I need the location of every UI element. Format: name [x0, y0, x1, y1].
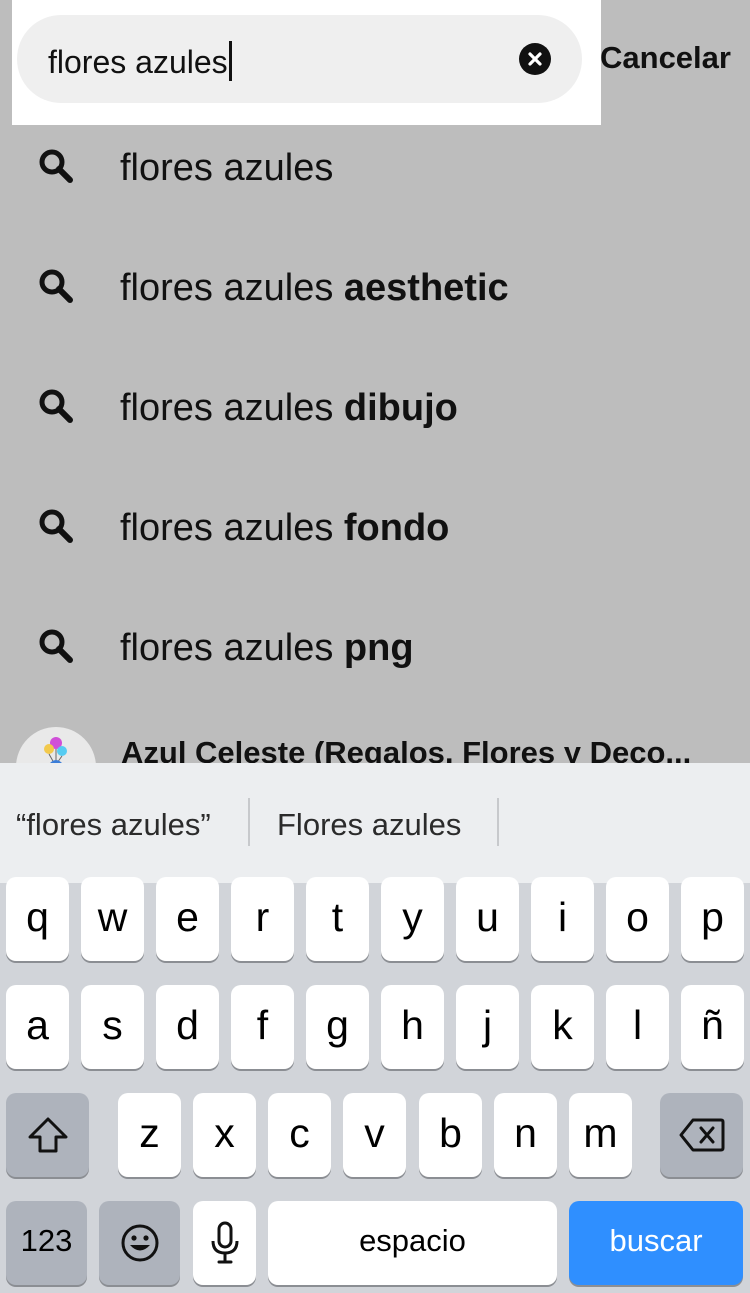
- prediction-divider: [497, 798, 499, 846]
- key-u[interactable]: u: [456, 877, 519, 961]
- numbers-key[interactable]: 123: [6, 1201, 87, 1285]
- prediction-capitalized[interactable]: Flores azules: [277, 807, 461, 843]
- suggestion-item[interactable]: flores azules fondo: [0, 507, 750, 630]
- microphone-icon: [211, 1221, 238, 1264]
- key-x[interactable]: x: [193, 1093, 256, 1177]
- search-icon: [39, 149, 73, 183]
- suggestion-text: flores azules aesthetic: [120, 267, 509, 309]
- search-return-key[interactable]: buscar: [569, 1201, 743, 1285]
- key-v[interactable]: v: [343, 1093, 406, 1177]
- key-d[interactable]: d: [156, 985, 219, 1069]
- key-g[interactable]: g: [306, 985, 369, 1069]
- space-key[interactable]: espacio: [268, 1201, 557, 1285]
- prediction-divider: [248, 798, 250, 846]
- dictation-key[interactable]: [193, 1201, 256, 1285]
- shift-key[interactable]: [6, 1093, 89, 1177]
- search-icon: [39, 629, 73, 663]
- key-r[interactable]: r: [231, 877, 294, 961]
- account-name: Azul Celeste (Regalos, Flores y Deco...: [121, 735, 692, 763]
- key-enye[interactable]: ñ: [681, 985, 744, 1069]
- key-m[interactable]: m: [569, 1093, 632, 1177]
- suggestion-item[interactable]: flores azules: [0, 147, 750, 270]
- key-f[interactable]: f: [231, 985, 294, 1069]
- backspace-icon: [679, 1118, 724, 1152]
- key-i[interactable]: i: [531, 877, 594, 961]
- key-o[interactable]: o: [606, 877, 669, 961]
- key-b[interactable]: b: [419, 1093, 482, 1177]
- key-q[interactable]: q: [6, 877, 69, 961]
- key-z[interactable]: z: [118, 1093, 181, 1177]
- clear-search-button[interactable]: [519, 43, 551, 75]
- key-p[interactable]: p: [681, 877, 744, 961]
- key-h[interactable]: h: [381, 985, 444, 1069]
- key-t[interactable]: t: [306, 877, 369, 961]
- key-a[interactable]: a: [6, 985, 69, 1069]
- search-icon: [39, 389, 73, 423]
- search-icon: [39, 509, 73, 543]
- key-j[interactable]: j: [456, 985, 519, 1069]
- text-caret: [228, 41, 232, 81]
- key-l[interactable]: l: [606, 985, 669, 1069]
- cancel-button[interactable]: Cancelar: [600, 40, 731, 76]
- emoji-icon: [121, 1224, 158, 1262]
- search-icon: [39, 269, 73, 303]
- suggestion-item[interactable]: flores azules aesthetic: [0, 267, 750, 390]
- search-input[interactable]: flores azules: [48, 41, 232, 81]
- prediction-quoted[interactable]: “flores azules”: [16, 807, 211, 843]
- key-e[interactable]: e: [156, 877, 219, 961]
- suggestion-text: flores azules fondo: [120, 507, 450, 549]
- keyboard: “flores azules” Flores azules q w e r t …: [0, 763, 750, 1293]
- suggestion-text: flores azules dibujo: [120, 387, 458, 429]
- avatar: [16, 727, 96, 763]
- suggestion-text: flores azules: [120, 147, 334, 189]
- suggestion-item[interactable]: flores azules dibujo: [0, 387, 750, 510]
- shift-arrow-icon: [28, 1117, 67, 1153]
- key-k[interactable]: k: [531, 985, 594, 1069]
- key-n[interactable]: n: [494, 1093, 557, 1177]
- key-c[interactable]: c: [268, 1093, 331, 1177]
- account-suggestion[interactable]: Azul Celeste (Regalos, Flores y Deco...: [0, 720, 750, 763]
- search-query: flores azules: [48, 44, 228, 80]
- suggestion-text: flores azules png: [120, 627, 414, 669]
- key-s[interactable]: s: [81, 985, 144, 1069]
- key-w[interactable]: w: [81, 877, 144, 961]
- clear-x-icon: [528, 52, 542, 66]
- emoji-key[interactable]: [99, 1201, 180, 1285]
- predictive-bar: “flores azules” Flores azules: [0, 763, 750, 883]
- key-y[interactable]: y: [381, 877, 444, 961]
- balloons-icon: [44, 737, 67, 763]
- search-field[interactable]: flores azules: [17, 15, 582, 103]
- backspace-key[interactable]: [660, 1093, 743, 1177]
